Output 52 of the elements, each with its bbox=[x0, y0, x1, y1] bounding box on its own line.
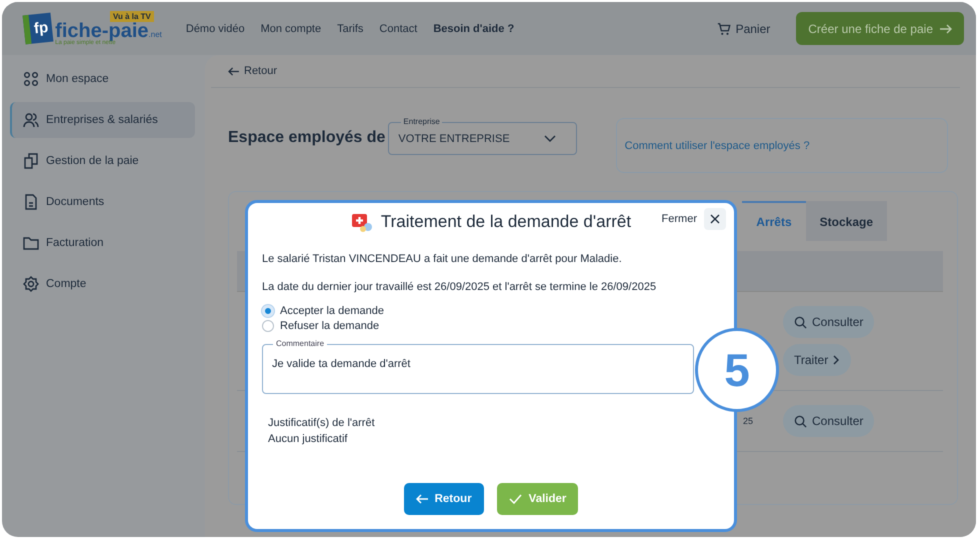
radio-option[interactable]: Accepter la demande bbox=[262, 305, 720, 317]
cart-link[interactable]: Panier bbox=[716, 22, 770, 36]
nav-link[interactable]: Besoin d'aide ? bbox=[433, 22, 514, 34]
page-title: Espace employés de bbox=[228, 129, 386, 147]
medical-kit-icon bbox=[350, 211, 375, 233]
pages-icon bbox=[23, 153, 39, 169]
consult-button[interactable]: Consulter bbox=[783, 405, 874, 437]
back-link[interactable]: Retour bbox=[228, 65, 278, 77]
search-icon bbox=[794, 316, 807, 328]
chevron-right-icon bbox=[833, 355, 840, 365]
close-button[interactable] bbox=[704, 208, 726, 230]
consult-button[interactable]: Consulter bbox=[783, 306, 874, 338]
arrow-right-icon bbox=[940, 24, 952, 34]
back-button[interactable]: Retour bbox=[404, 483, 484, 515]
sidebar-item[interactable]: Compte bbox=[10, 266, 195, 302]
sidebar-item[interactable]: Documents bbox=[10, 184, 195, 220]
logo-badge: Vu à la TV bbox=[110, 11, 154, 22]
settings-icon bbox=[23, 276, 39, 292]
help-link[interactable]: Comment utiliser l'espace employés ? bbox=[624, 140, 810, 152]
nav-link[interactable]: Démo vidéo bbox=[186, 22, 245, 34]
people-icon bbox=[23, 112, 39, 128]
search-icon bbox=[794, 414, 807, 428]
cart-icon bbox=[716, 22, 731, 36]
sidebar-item[interactable]: Gestion de la paie bbox=[10, 143, 195, 179]
attachments-heading: Justificatif(s) de l'arrêt bbox=[268, 417, 376, 429]
check-icon bbox=[508, 494, 522, 504]
folder-icon bbox=[23, 235, 39, 251]
close-icon bbox=[710, 214, 720, 224]
modal-title: Traitement de la demande d'arrêt bbox=[380, 212, 632, 232]
tab[interactable]: Stockage bbox=[806, 201, 887, 241]
create-payslip-button[interactable]: Créer une fiche de paie bbox=[796, 12, 964, 45]
sidebar-item[interactable]: Facturation bbox=[10, 225, 195, 261]
arrow-left-icon bbox=[416, 494, 428, 504]
sidebar-item[interactable]: Entreprises & salariés bbox=[10, 102, 195, 138]
nav-link[interactable]: Contact bbox=[379, 22, 418, 34]
nav-link[interactable]: Tarifs bbox=[337, 22, 364, 34]
table-cell: 25 bbox=[742, 416, 753, 426]
close-label: Fermer bbox=[662, 213, 697, 225]
document-icon bbox=[23, 194, 39, 210]
chevron-down-icon bbox=[544, 134, 556, 142]
sidebar-item[interactable]: Mon espace bbox=[10, 61, 195, 97]
modal-text: La date du dernier jour travaillé est 26/09/2025 et l'arrêt se termine le 26/09/2025 bbox=[262, 281, 658, 293]
process-button[interactable]: Traiter bbox=[783, 344, 852, 376]
logo-suffix: .net bbox=[148, 30, 162, 39]
nav-link[interactable]: Mon compte bbox=[260, 22, 322, 34]
modal-text: Le salarié Tristan VINCENDEAU a fait une demande d'arrêt pour Maladie. bbox=[262, 253, 623, 265]
logo-mark: fp bbox=[22, 12, 54, 44]
arrow-left-icon bbox=[228, 66, 239, 76]
logo-name: fiche-paie bbox=[55, 22, 149, 40]
attachments-value: Aucun justificatif bbox=[268, 433, 348, 445]
radio-button[interactable] bbox=[262, 320, 274, 332]
grid-icon bbox=[23, 71, 39, 87]
